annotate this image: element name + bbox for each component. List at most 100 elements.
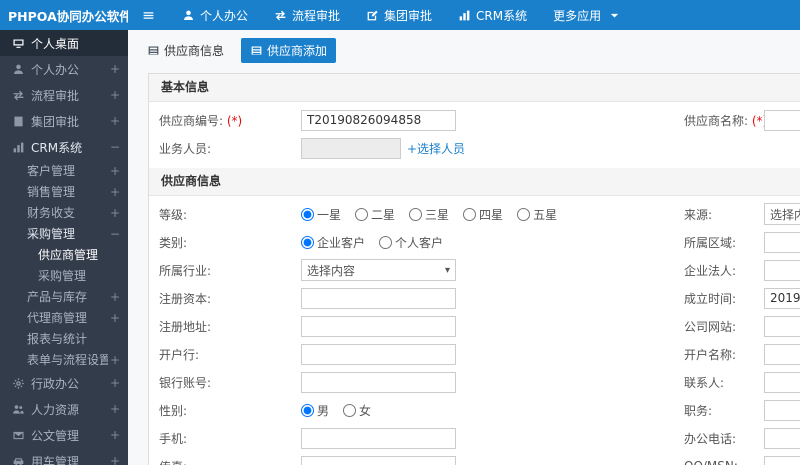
- industry-select[interactable]: 选择内容 ▾: [301, 259, 456, 281]
- expand-toggle-icon[interactable]: +: [108, 290, 120, 304]
- hamburger-menu-button[interactable]: [128, 0, 169, 30]
- mobile-input[interactable]: [301, 427, 456, 449]
- sidebar-item[interactable]: 表单与流程设置 +: [0, 349, 128, 370]
- tab-label: 供应商信息: [164, 44, 225, 58]
- expand-toggle-icon[interactable]: +: [108, 62, 120, 76]
- business-person-label: 业务人员:: [159, 141, 212, 156]
- sidebar-item[interactable]: 产品与库存 +: [0, 286, 128, 307]
- expand-toggle-icon[interactable]: +: [108, 164, 120, 178]
- person-icon: [12, 63, 25, 76]
- nav-item[interactable]: 个人办公: [169, 0, 261, 30]
- gender-radio[interactable]: [343, 403, 357, 417]
- expand-toggle-icon[interactable]: +: [108, 185, 120, 199]
- source-select[interactable]: 选择内容▾: [764, 203, 800, 225]
- founded-date-input[interactable]: [764, 287, 800, 309]
- level-radio[interactable]: [301, 207, 314, 221]
- flow-icon: [12, 89, 25, 102]
- level-radio[interactable]: [517, 207, 531, 221]
- nav-item-label: 集团审批: [384, 8, 433, 23]
- level-option[interactable]: 五星: [517, 206, 557, 223]
- category-option[interactable]: 个人客户: [379, 234, 443, 251]
- tab[interactable]: 供应商信息: [138, 38, 233, 63]
- supplier-code-input[interactable]: [301, 109, 456, 131]
- expand-toggle-icon[interactable]: +: [108, 206, 120, 220]
- level-option[interactable]: 四星: [463, 206, 503, 223]
- expand-toggle-icon[interactable]: −: [108, 227, 120, 241]
- legal-person-input[interactable]: [764, 259, 800, 281]
- bank-account-input[interactable]: [301, 371, 456, 393]
- expand-toggle-icon[interactable]: +: [108, 376, 120, 390]
- list-icon: [147, 44, 160, 57]
- sidebar-item[interactable]: 集团审批 +: [0, 108, 128, 134]
- expand-toggle-icon[interactable]: +: [108, 454, 120, 465]
- sidebar-item[interactable]: 公文管理 +: [0, 422, 128, 448]
- level-radio[interactable]: [463, 207, 477, 221]
- website-input[interactable]: [764, 315, 800, 337]
- nav-item[interactable]: 流程审批: [261, 0, 353, 30]
- nav-item[interactable]: 集团审批: [353, 0, 445, 30]
- sidebar-item[interactable]: 供应商管理: [0, 244, 128, 265]
- sidebar-item[interactable]: 财务收支 +: [0, 202, 128, 223]
- tab[interactable]: 供应商添加: [241, 38, 337, 63]
- sidebar-item[interactable]: 流程审批 +: [0, 82, 128, 108]
- sidebar-item-label: 人力资源: [31, 402, 80, 417]
- founded-date-label: 成立时间:: [684, 291, 737, 306]
- gender-option[interactable]: 男: [301, 402, 329, 419]
- sidebar-item[interactable]: 采购管理: [0, 265, 128, 286]
- supplier-code-field: [301, 109, 684, 131]
- category-option[interactable]: 企业客户: [301, 234, 365, 251]
- contact-person-input[interactable]: [764, 371, 800, 393]
- position-input[interactable]: [764, 399, 800, 421]
- registered-capital-input[interactable]: [301, 287, 456, 309]
- sidebar-item[interactable]: 个人桌面: [0, 30, 128, 56]
- bank-branch-input[interactable]: [301, 343, 456, 365]
- office-phone-input[interactable]: [764, 427, 800, 449]
- supplier-name-label: 供应商名称: (*): [684, 113, 768, 128]
- category-radio[interactable]: [301, 235, 314, 249]
- supplier-name-input[interactable]: [764, 109, 800, 131]
- qq-msn-input[interactable]: [764, 455, 800, 465]
- sidebar-item[interactable]: 代理商管理 +: [0, 307, 128, 328]
- sidebar-item[interactable]: 客户管理 +: [0, 160, 128, 181]
- fax-field: [301, 455, 684, 465]
- fax-input[interactable]: [301, 455, 456, 465]
- section-body: 供应商编号: (*) 供应商名称: (*) 业务人员: +选择人员: [149, 102, 800, 168]
- sidebar-item[interactable]: 人力资源 +: [0, 396, 128, 422]
- level-option[interactable]: 三星: [409, 206, 449, 223]
- expand-toggle-icon[interactable]: +: [108, 311, 120, 325]
- fax-label: 传真:: [159, 458, 301, 465]
- sidebar-item[interactable]: 报表与统计: [0, 328, 128, 349]
- category-label: 类别:: [159, 235, 188, 250]
- category-radio[interactable]: [379, 235, 393, 249]
- sidebar-item[interactable]: 采购管理 −: [0, 223, 128, 244]
- level-option[interactable]: 二星: [355, 206, 395, 223]
- contact-person-label: 联系人:: [684, 375, 725, 390]
- sidebar-item[interactable]: 用车管理 +: [0, 448, 128, 465]
- region-input[interactable]: [764, 231, 800, 253]
- expand-toggle-icon[interactable]: +: [108, 114, 120, 128]
- expand-toggle-icon[interactable]: +: [108, 353, 120, 367]
- level-radio[interactable]: [355, 207, 369, 221]
- account-name-input[interactable]: [764, 343, 800, 365]
- sidebar-item[interactable]: 销售管理 +: [0, 181, 128, 202]
- sidebar-item[interactable]: CRM系统 −: [0, 134, 128, 160]
- level-radio[interactable]: [409, 207, 423, 221]
- business-person-input[interactable]: [301, 137, 401, 159]
- gender-option[interactable]: 女: [343, 402, 371, 419]
- gender-radio[interactable]: [301, 403, 314, 417]
- level-option[interactable]: 一星: [301, 206, 341, 223]
- sidebar-item[interactable]: 个人办公 +: [0, 56, 128, 82]
- business-person-picker-link[interactable]: +选择人员: [407, 140, 465, 157]
- registered-address-input[interactable]: [301, 315, 456, 337]
- nav-item[interactable]: CRM系统: [445, 0, 540, 30]
- registered-capital-label: 注册资本:: [159, 291, 212, 306]
- nav-item-label: 更多应用: [553, 8, 602, 23]
- sidebar-item[interactable]: 行政办公 +: [0, 370, 128, 396]
- gender-field: 男女: [301, 402, 684, 419]
- expand-toggle-icon[interactable]: +: [108, 428, 120, 442]
- mail-icon: [12, 429, 25, 442]
- expand-toggle-icon[interactable]: −: [108, 140, 120, 154]
- nav-item[interactable]: 更多应用: [540, 0, 634, 30]
- expand-toggle-icon[interactable]: +: [108, 402, 120, 416]
- expand-toggle-icon[interactable]: +: [108, 88, 120, 102]
